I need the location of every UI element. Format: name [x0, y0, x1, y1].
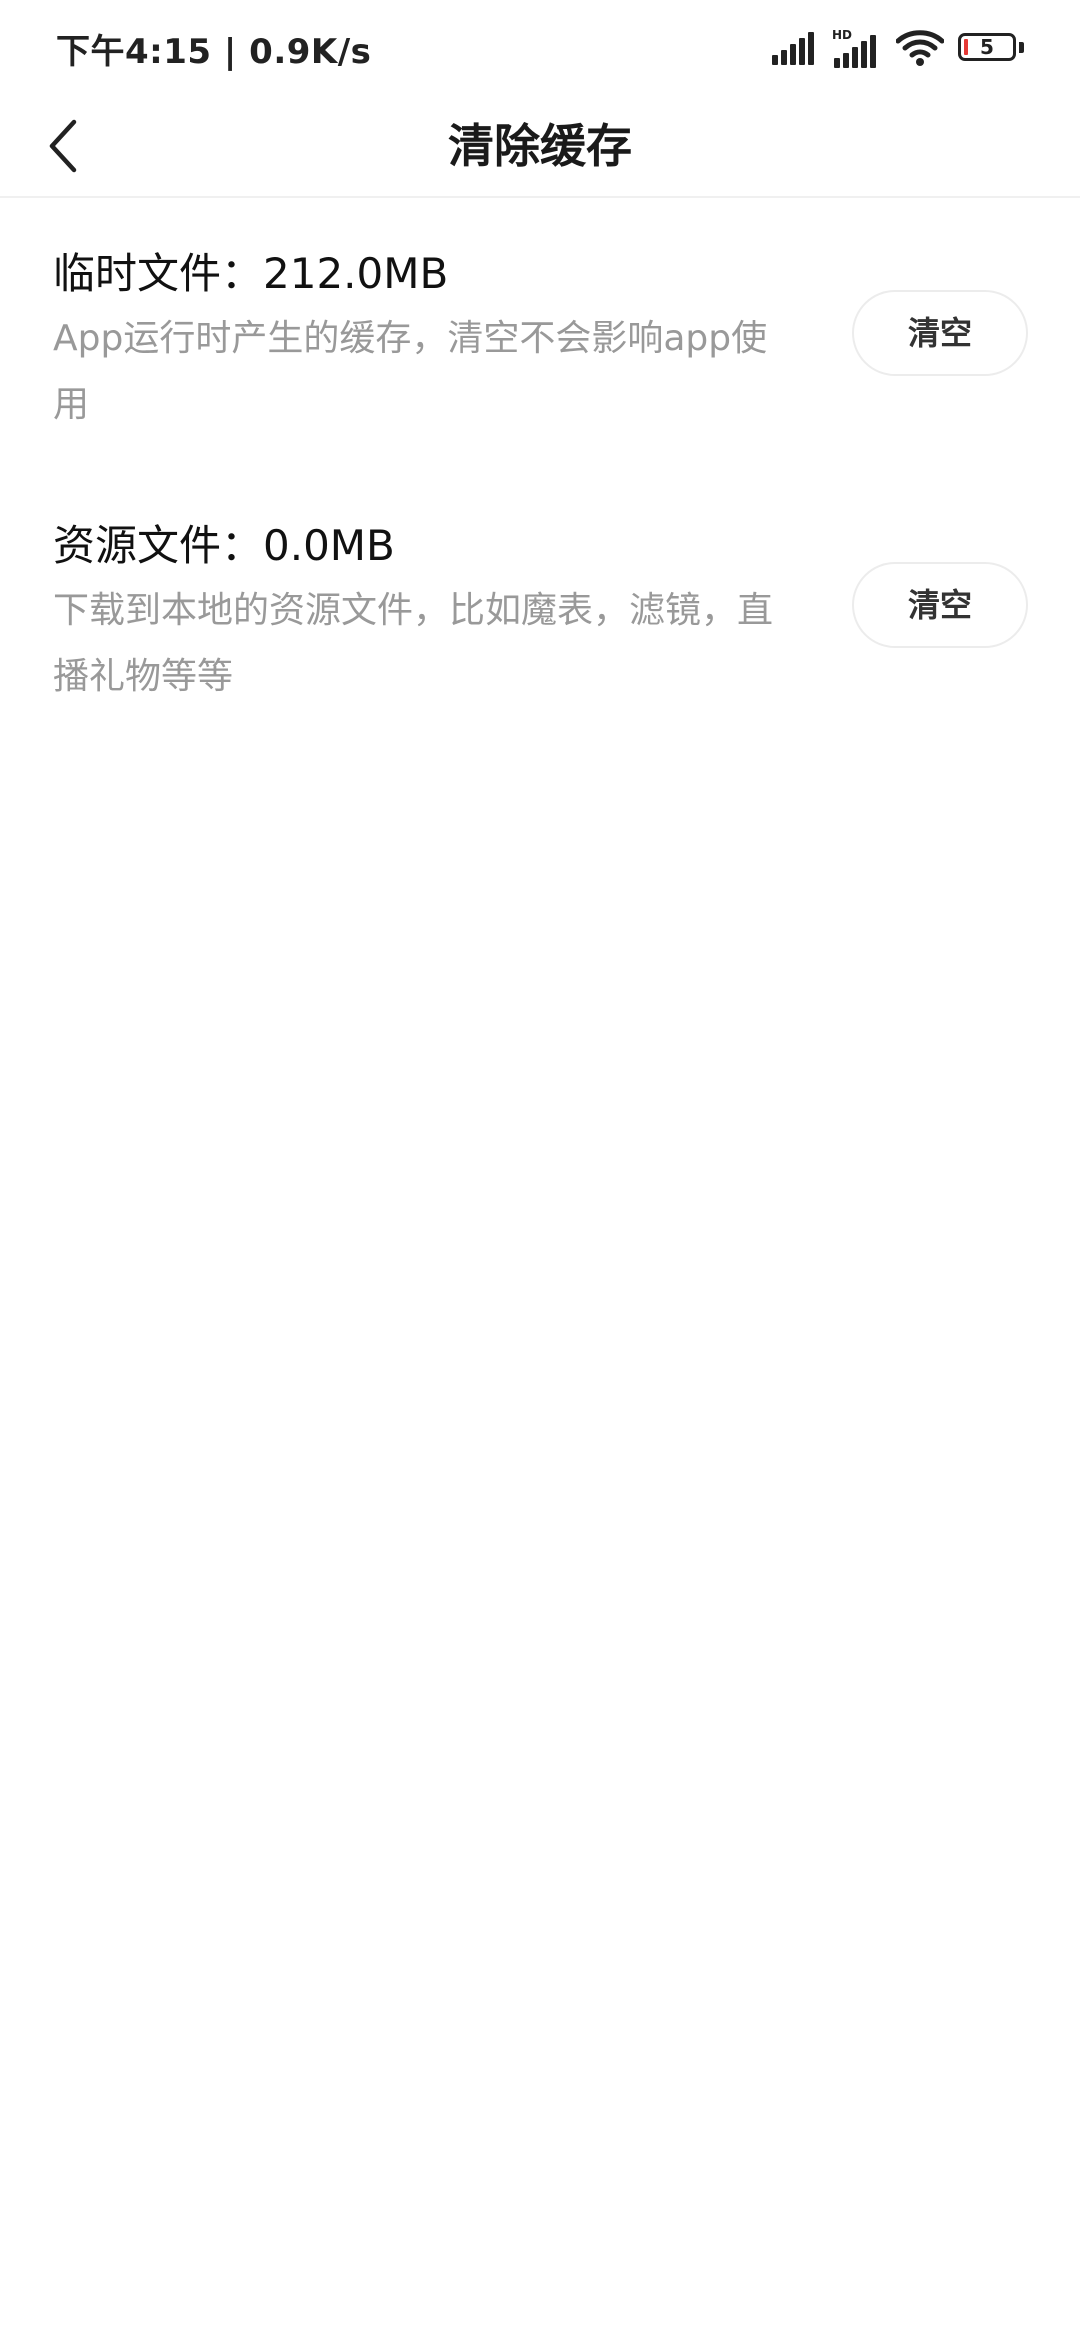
temp-files-title: 临时文件：212.0MB	[53, 249, 449, 298]
back-button[interactable]	[28, 110, 100, 182]
nav-header: 清除缓存	[0, 96, 1080, 198]
page-title: 清除缓存	[448, 119, 632, 173]
cache-list: 临时文件：212.0MB App运行时产生的缓存，清空不会影响app使用 清空 …	[0, 198, 1080, 742]
battery-icon: 5	[958, 33, 1024, 63]
clear-resource-files-button[interactable]: 清空	[852, 562, 1028, 648]
status-icons: HD 5	[772, 26, 1024, 70]
resource-files-title: 资源文件：0.0MB	[53, 521, 395, 570]
hd-label: HD	[832, 28, 852, 42]
wifi-icon	[896, 30, 944, 66]
back-chevron-icon	[49, 119, 77, 173]
resource-files-description: 下载到本地的资源文件，比如魔表，滤镜，直播礼物等等	[53, 590, 774, 697]
temp-files-description: App运行时产生的缓存，清空不会影响app使用	[53, 318, 768, 425]
cache-item-temp-files: 临时文件：212.0MB App运行时产生的缓存，清空不会影响app使用 清空	[0, 198, 1080, 470]
hd-signal-icon: HD	[832, 28, 876, 68]
clear-temp-files-button[interactable]: 清空	[852, 290, 1028, 376]
status-time-speed: 下午4:15 | 0.9K/s	[56, 32, 372, 72]
battery-level-text: 5	[980, 35, 994, 59]
cache-item-resource-files: 资源文件：0.0MB 下载到本地的资源文件，比如魔表，滤镜，直播礼物等等 清空	[0, 470, 1080, 742]
status-bar: 下午4:15 | 0.9K/s HD 5	[0, 0, 1080, 96]
signal-icon	[772, 32, 814, 65]
